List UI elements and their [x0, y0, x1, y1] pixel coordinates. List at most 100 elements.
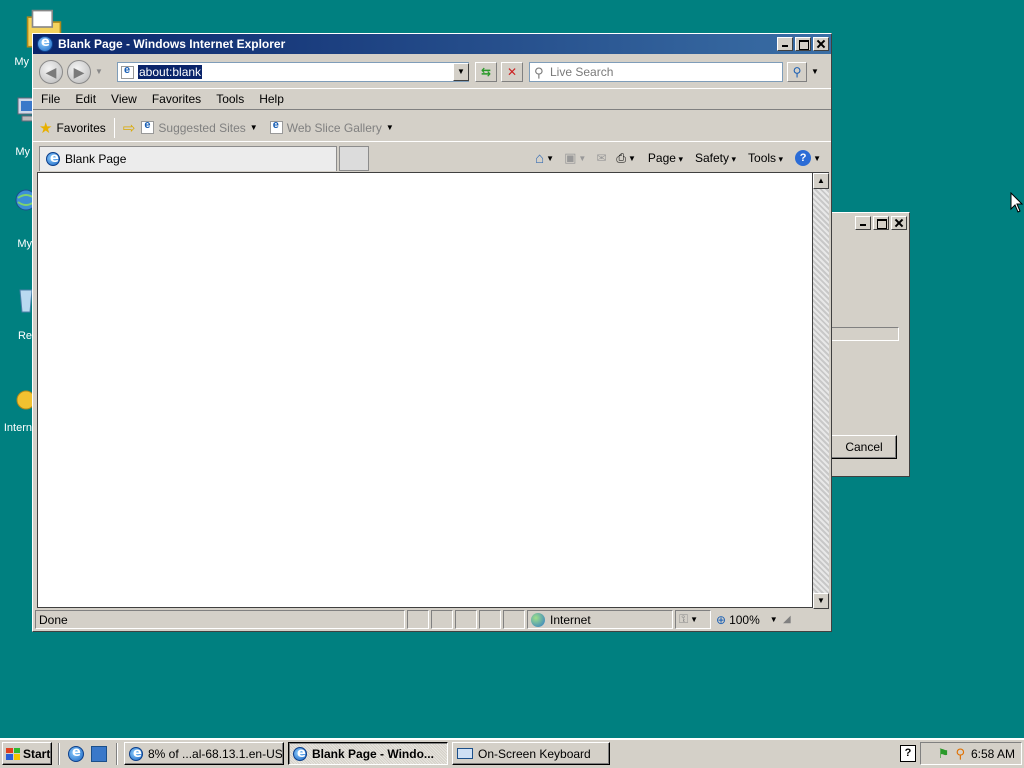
maximize-button[interactable]	[795, 37, 811, 51]
menu-tools[interactable]: Tools	[216, 92, 244, 106]
menu-edit[interactable]: Edit	[75, 92, 96, 106]
zoom-icon: ⊕	[716, 612, 727, 627]
magnifier-icon: ⚲	[792, 65, 802, 79]
back-button[interactable]: ◀	[39, 60, 63, 84]
status-text: Done	[35, 610, 405, 629]
scroll-down-button[interactable]: ▼	[813, 593, 829, 609]
web-slice-gallery-link[interactable]: Web Slice Gallery ▼	[269, 119, 394, 135]
menu-bar: File Edit View Favorites Tools Help	[33, 88, 831, 110]
quick-launch-separator	[58, 743, 60, 765]
taskbar-button-blank-page[interactable]: Blank Page - Windo...	[288, 742, 448, 765]
web-slice-gallery-label: Web Slice Gallery	[286, 120, 382, 135]
chevron-down-icon: ▼	[769, 615, 778, 624]
desktop-icon-label: My	[17, 238, 32, 250]
menu-help[interactable]: Help	[259, 92, 284, 106]
vertical-scrollbar[interactable]: ▲ ▼	[813, 172, 829, 609]
chevron-down-icon: ▼	[546, 153, 555, 163]
close-button[interactable]	[813, 37, 829, 51]
desktop-icon-label: My	[15, 146, 30, 158]
stop-button[interactable]: ✕	[501, 62, 523, 82]
cancel-button[interactable]: Cancel	[831, 435, 897, 459]
close-button[interactable]	[891, 216, 907, 230]
taskbar-button-on-screen-keyboard[interactable]: On-Screen Keyboard	[452, 742, 610, 765]
recent-pages-dropdown-icon[interactable]: ▼	[95, 67, 103, 76]
address-row: ◀ ▶ ▼ about:blank ▼ ⇆ ✕ ⚲ Live Search ⚲ …	[33, 56, 831, 86]
scroll-up-button[interactable]: ▲	[813, 173, 829, 189]
desktop-icon-label: Intern	[3, 422, 32, 434]
quick-launch-show-desktop-icon[interactable]	[91, 746, 107, 762]
tray-network-icon[interactable]: ⚑	[938, 746, 950, 762]
minimize-button[interactable]	[777, 37, 793, 51]
chevron-down-icon: ▼	[385, 123, 394, 132]
search-options-dropdown-icon[interactable]: ▼	[811, 67, 819, 76]
help-button[interactable]: ? ▼	[795, 150, 821, 166]
status-pane	[479, 610, 501, 629]
separator	[113, 117, 115, 138]
search-go-button[interactable]: ⚲	[787, 62, 807, 82]
read-mail-icon[interactable]: ✉	[596, 151, 606, 165]
security-zone[interactable]: Internet	[527, 610, 673, 629]
safety-menu-button[interactable]: Safety	[695, 151, 736, 165]
zoom-level: 100%	[729, 612, 760, 627]
taskbar-button-label: On-Screen Keyboard	[478, 746, 591, 761]
add-to-favorites-icon[interactable]: ⇨	[123, 119, 136, 137]
tray-search-icon[interactable]: ⚲	[955, 746, 965, 762]
page-icon	[121, 64, 134, 79]
taskbar-button-download[interactable]: 8% of ...al-68.13.1.en-US....	[124, 742, 284, 765]
quick-launch-ie-icon[interactable]	[68, 745, 84, 762]
tab-blank-page[interactable]: Blank Page	[39, 146, 337, 171]
globe-icon	[531, 612, 545, 627]
ie-logo-icon	[46, 151, 60, 166]
window-titlebar[interactable]: Blank Page - Windows Internet Explorer	[33, 34, 831, 54]
print-button[interactable]: ⎙ ▼	[616, 151, 636, 166]
tab-row: Blank Page ⌂ ▼ ▣ ▼ ✉ ⎙ ▼ Page Safety Too…	[33, 144, 831, 172]
back-arrow-icon: ◀	[45, 64, 57, 80]
home-button[interactable]: ⌂ ▼	[535, 150, 554, 167]
search-icon: ⚲	[534, 65, 544, 80]
minimize-button[interactable]	[855, 216, 871, 230]
taskbar-button-label: Blank Page - Windo...	[312, 746, 434, 761]
chevron-down-icon: ▼	[813, 153, 821, 163]
suggested-sites-link[interactable]: Suggested Sites ▼	[141, 119, 258, 135]
refresh-icon: ⇆	[480, 65, 492, 79]
tools-menu-button[interactable]: Tools	[748, 151, 783, 165]
keyboard-icon	[457, 748, 473, 759]
zoom-button[interactable]: ⊕ 100% ▼	[713, 610, 781, 629]
address-bar[interactable]: about:blank	[117, 62, 469, 82]
address-dropdown-button[interactable]: ▼	[453, 63, 469, 81]
feeds-button[interactable]: ▣ ▼	[564, 150, 586, 166]
clock[interactable]: 6:58 AM	[971, 747, 1015, 761]
favorites-button[interactable]: ★ Favorites	[39, 119, 106, 137]
menu-view[interactable]: View	[111, 92, 137, 106]
protected-mode-button[interactable]: ⚿ ▼	[675, 610, 711, 629]
maximize-button[interactable]	[873, 216, 889, 230]
ie-page-icon	[269, 119, 283, 134]
suggested-sites-label: Suggested Sites	[158, 120, 246, 135]
taskbar: Start 8% of ...al-68.13.1.en-US.... Blan…	[0, 738, 1024, 768]
refresh-button[interactable]: ⇆	[475, 62, 497, 82]
chevron-down-icon: ▼	[249, 123, 258, 132]
ie-logo-icon	[129, 746, 143, 761]
rss-feed-icon: ▣	[564, 150, 577, 165]
menu-file[interactable]: File	[41, 92, 60, 106]
address-input[interactable]: about:blank	[138, 65, 203, 79]
status-pane	[407, 610, 429, 629]
scroll-track[interactable]	[813, 189, 829, 593]
star-icon: ★	[39, 119, 53, 137]
search-input[interactable]: ⚲ Live Search	[529, 62, 783, 82]
status-pane	[503, 610, 525, 629]
windows-logo-icon	[6, 747, 20, 760]
help-icon[interactable]: ?	[900, 745, 916, 762]
resize-grip-icon[interactable]: ◢	[783, 614, 791, 625]
page-menu-button[interactable]: Page	[648, 151, 683, 165]
new-tab-button[interactable]	[339, 146, 369, 171]
menu-favorites[interactable]: Favorites	[152, 92, 201, 106]
printer-icon: ⎙	[616, 150, 626, 165]
page-content-area[interactable]	[37, 172, 813, 608]
status-pane	[431, 610, 453, 629]
lock-icon: ⚿	[679, 612, 689, 626]
forward-button[interactable]: ▶	[67, 60, 91, 84]
status-bar: Done Internet ⚿ ▼ ⊕ 100% ▼ ◢	[35, 609, 829, 630]
chevron-down-icon: ▼	[690, 615, 699, 624]
start-button[interactable]: Start	[2, 742, 52, 765]
